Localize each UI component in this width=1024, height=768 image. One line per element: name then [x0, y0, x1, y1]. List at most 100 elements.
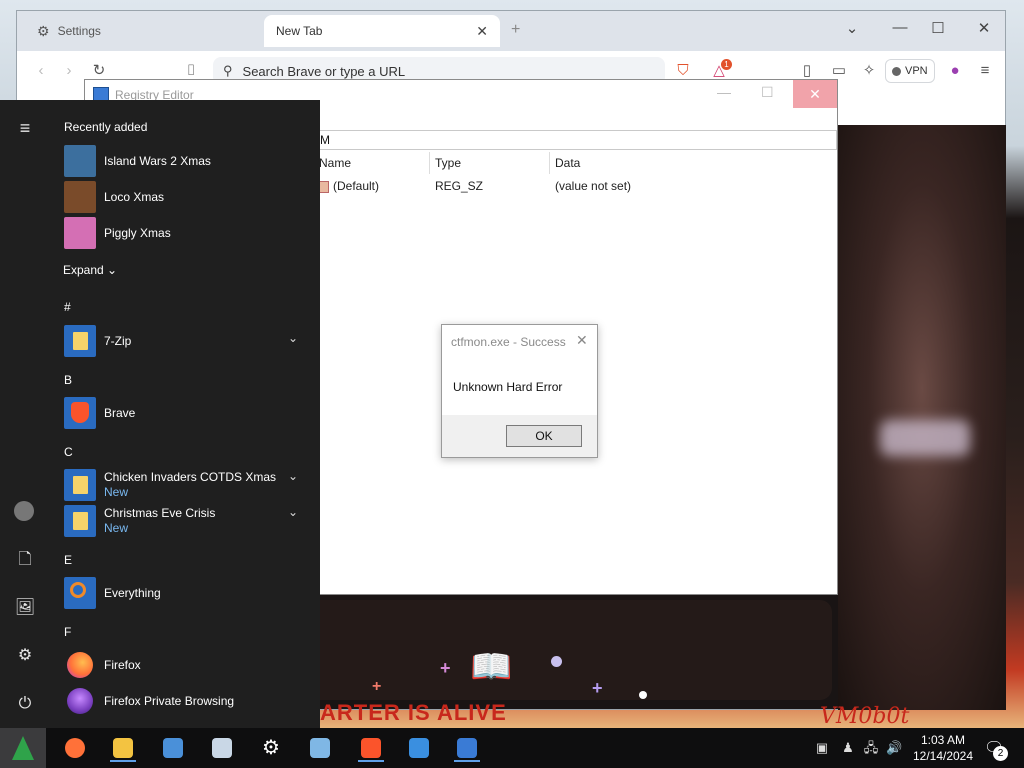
- running-indicator: [358, 760, 384, 762]
- leo-ai-icon[interactable]: ✧: [859, 61, 879, 81]
- start-item-piggly-xmas[interactable]: Piggly Xmas: [64, 217, 308, 249]
- start-item-7zip[interactable]: 7-Zip ⌄: [64, 325, 308, 357]
- tab-new-tab[interactable]: New Tab ✕: [264, 15, 500, 47]
- group-letter[interactable]: C: [64, 445, 73, 459]
- app-label: Piggly Xmas: [104, 225, 171, 240]
- table-row[interactable]: (Default): [319, 179, 379, 193]
- chevron-down-icon[interactable]: ⌄: [288, 469, 298, 483]
- taskbar-file-explorer[interactable]: [108, 734, 138, 762]
- sparkle-dot-icon: [639, 691, 647, 699]
- wallet-icon[interactable]: ▭: [829, 61, 849, 81]
- taskbar-settings[interactable]: ⚙: [256, 734, 286, 762]
- folder-icon: [73, 332, 88, 350]
- tab-settings[interactable]: ⚙ Settings: [25, 15, 265, 47]
- chevron-down-icon[interactable]: ⌄: [288, 505, 298, 519]
- close-button[interactable]: ✕: [793, 80, 837, 108]
- taskbar-registry-editor[interactable]: [452, 734, 482, 762]
- chevron-down-icon[interactable]: ⌄: [288, 331, 298, 345]
- network-icon[interactable]: 🖧: [863, 740, 879, 756]
- reading-list-icon[interactable]: 📖: [470, 650, 512, 684]
- folder-tile: [64, 325, 96, 357]
- vpn-label: VPN: [905, 65, 928, 77]
- forward-icon[interactable]: ›: [59, 61, 79, 81]
- network-app-icon: [409, 738, 429, 758]
- ntp-signature-text: VM0b0t: [820, 704, 910, 729]
- taskbar-people[interactable]: [158, 734, 188, 762]
- menu-icon[interactable]: ≡: [975, 61, 995, 81]
- magnifier-icon: [70, 582, 86, 598]
- start-item-firefox-private[interactable]: Firefox Private Browsing: [64, 685, 308, 717]
- group-letter[interactable]: #: [64, 300, 71, 314]
- piggly-xmas-icon: [64, 217, 96, 249]
- group-letter[interactable]: B: [64, 373, 72, 387]
- taskbar-brave[interactable]: [356, 734, 386, 762]
- close-window-button[interactable]: ✕: [969, 19, 999, 37]
- volume-icon[interactable]: 🔊: [886, 740, 902, 756]
- dialog-footer: OK: [442, 415, 597, 457]
- running-indicator: [110, 760, 136, 762]
- brave-tile: [64, 397, 96, 429]
- taskbar-firefox[interactable]: [60, 734, 90, 762]
- firefox-icon: [65, 738, 85, 758]
- column-header-name[interactable]: Name: [319, 156, 351, 170]
- maximize-button[interactable]: ☐: [923, 19, 953, 37]
- column-divider[interactable]: [549, 152, 550, 174]
- tab-strip: ⚙ Settings New Tab ✕ + ⌄ — ☐ ✕: [17, 11, 1005, 51]
- start-item-loco-xmas[interactable]: Loco Xmas: [64, 181, 308, 213]
- tray-people-icon[interactable]: ♟: [840, 740, 856, 756]
- expand-button[interactable]: Expand ⌄: [63, 263, 117, 277]
- column-header-data[interactable]: Data: [555, 156, 580, 170]
- gear-icon: ⚙: [262, 737, 280, 759]
- system-clock[interactable]: 1:03 AM 12/14/2024: [908, 732, 978, 764]
- address-path: M: [320, 133, 330, 147]
- brave-shields-icon[interactable]: ⛉: [673, 61, 693, 81]
- taskbar-network-app[interactable]: [404, 734, 434, 762]
- start-item-christmas-eve-crisis[interactable]: Christmas Eve Crisis New ⌄: [64, 505, 308, 537]
- rewards-badge: 1: [721, 59, 732, 70]
- pictures-icon[interactable]: 🖼: [14, 597, 36, 619]
- ok-button[interactable]: OK: [506, 425, 582, 447]
- ntp-banner-text: ARTER IS ALIVE: [320, 700, 507, 725]
- everything-tile: [64, 577, 96, 609]
- start-item-chicken-invaders[interactable]: Chicken Invaders COTDS Xmas New ⌄: [64, 469, 308, 501]
- hamburger-menu-icon[interactable]: ≡: [14, 117, 36, 139]
- group-letter[interactable]: F: [64, 625, 71, 639]
- close-icon[interactable]: ✕: [576, 332, 588, 349]
- documents-icon[interactable]: 🗋: [14, 549, 36, 571]
- tab-search-chevron-icon[interactable]: ⌄: [837, 19, 867, 37]
- start-item-everything[interactable]: Everything: [64, 577, 308, 609]
- people-icon: [163, 738, 183, 758]
- start-item-brave[interactable]: Brave: [64, 397, 308, 429]
- value-data: (value not set): [555, 179, 632, 193]
- maximize-button[interactable]: ☐: [761, 84, 774, 101]
- profile-icon[interactable]: ●: [945, 61, 965, 81]
- registry-editor-icon: [457, 738, 477, 758]
- running-indicator: [454, 760, 480, 762]
- bookmark-icon[interactable]: ⌷: [181, 61, 201, 81]
- minimize-button[interactable]: —: [717, 84, 731, 100]
- avatar: [14, 501, 34, 521]
- column-header-type[interactable]: Type: [435, 156, 461, 170]
- sidebar-icon[interactable]: ▯: [797, 61, 817, 81]
- value-type: REG_SZ: [435, 179, 484, 193]
- power-icon[interactable]: ⏻: [14, 693, 36, 715]
- back-icon[interactable]: ‹: [31, 61, 51, 81]
- start-button[interactable]: [0, 728, 46, 768]
- taskbar-notepad[interactable]: [207, 734, 237, 762]
- tray-device-icon[interactable]: ▣: [814, 740, 830, 756]
- group-letter[interactable]: E: [64, 553, 72, 567]
- firefox-icon: [67, 652, 93, 678]
- sparkle-icon: +: [592, 678, 603, 698]
- start-item-firefox[interactable]: Firefox: [64, 649, 308, 681]
- minimize-button[interactable]: —: [885, 19, 915, 36]
- close-tab-icon[interactable]: ✕: [476, 23, 488, 40]
- vpn-button[interactable]: VPN: [885, 59, 935, 83]
- column-divider[interactable]: [429, 152, 430, 174]
- new-tab-button[interactable]: +: [511, 21, 520, 39]
- settings-gear-icon[interactable]: ⚙: [14, 645, 36, 667]
- reload-icon[interactable]: ↻: [89, 61, 109, 81]
- user-account-button[interactable]: [14, 501, 36, 523]
- start-item-island-wars[interactable]: Island Wars 2 Xmas: [64, 145, 308, 177]
- taskbar-notes[interactable]: [305, 734, 335, 762]
- dialog-message: Unknown Hard Error: [453, 380, 563, 394]
